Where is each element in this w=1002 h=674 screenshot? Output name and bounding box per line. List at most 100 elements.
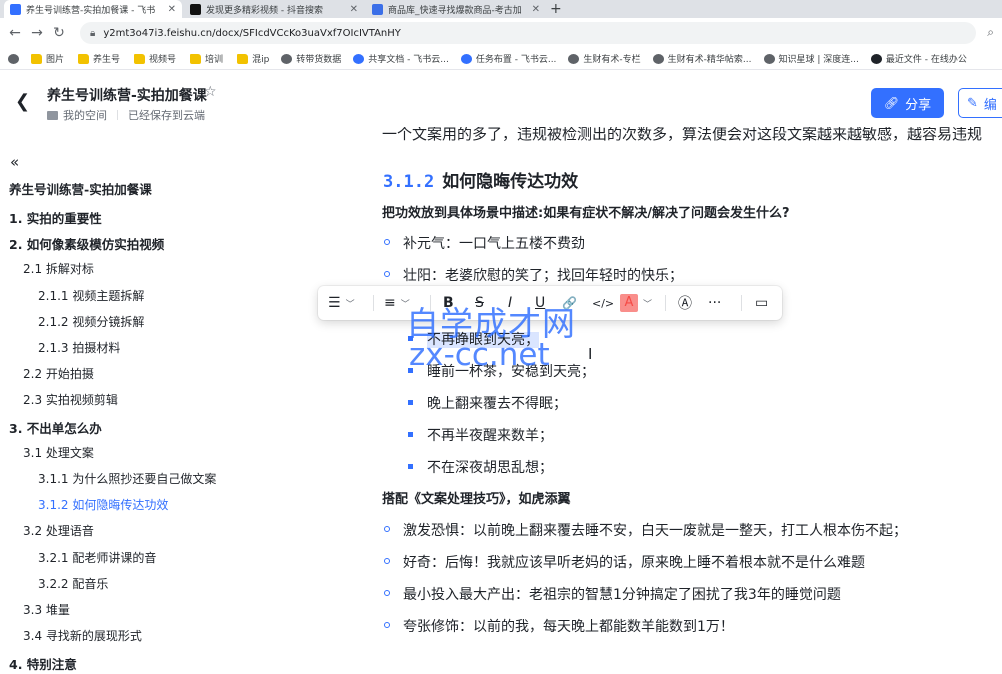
- bookmark-daihuo[interactable]: 转带货数据: [281, 52, 341, 65]
- outline-item-2-3[interactable]: 2.3 实拍视频剪辑: [23, 391, 118, 408]
- doc-header: ❮ 养生号训练营-实拍加餐课 ☆ 我的空间 已经保存到云端 🔗︎ 分享 ✎ 编: [0, 71, 1002, 127]
- share-button[interactable]: 🔗︎ 分享: [871, 88, 944, 118]
- heading-number: 3.1.2: [383, 172, 435, 192]
- chevron-down-icon: ﹀: [345, 299, 355, 310]
- bookmark-peixun[interactable]: 培训: [190, 52, 223, 65]
- more-button[interactable]: ···: [708, 293, 721, 313]
- outline-item-2-2[interactable]: 2.2 开始拍摄: [23, 365, 94, 382]
- bullet-icon: [408, 399, 413, 405]
- back-chevron-icon[interactable]: ❮: [15, 91, 30, 112]
- share-label: 分享: [905, 97, 932, 113]
- list-item: 好奇：后悔！我就应该早听老妈的话，原来晚上睡不着根本就不是什么难题: [384, 552, 865, 572]
- bullet-icon: [384, 558, 390, 564]
- bookmark-yangsheng[interactable]: 养生号: [78, 52, 120, 65]
- edit-button[interactable]: ✎ 编: [958, 88, 1002, 118]
- douyin-favicon-icon: [190, 3, 201, 15]
- chevron-down-icon: ﹀: [400, 299, 410, 310]
- list-type-button[interactable]: ☰ ﹀: [328, 293, 355, 313]
- feishu-icon: [460, 53, 472, 64]
- outline-item-3-3[interactable]: 3.3 堆量: [23, 601, 70, 618]
- collapse-outline-icon[interactable]: «: [10, 153, 19, 171]
- save-status: 已经保存到云端: [128, 109, 205, 122]
- doc-title[interactable]: 养生号训练营-实拍加餐课: [47, 85, 207, 105]
- space-link[interactable]: 我的空间: [63, 107, 107, 123]
- bookmark-task[interactable]: 任务布置 - 飞书云...: [460, 52, 556, 65]
- outline-item-3-2[interactable]: 3.2 处理语音: [23, 522, 94, 539]
- strikethrough-button[interactable]: S: [475, 293, 484, 313]
- ai-assist-icon[interactable]: Ⓐ: [678, 293, 692, 313]
- close-tab-icon[interactable]: ✕: [168, 4, 176, 15]
- outline-item-3-2-1[interactable]: 3.2.1 配老师讲课的音: [38, 549, 156, 566]
- feishu-icon: [353, 53, 365, 64]
- outline-item-3-1[interactable]: 3.1 处理文案: [23, 444, 94, 461]
- outline-item-3-2-2[interactable]: 3.2.2 配音乐: [38, 575, 108, 592]
- list-item: 不再睁眼到天亮；: [408, 329, 539, 349]
- kaogujia-favicon-icon: [372, 3, 383, 15]
- outline-item-title[interactable]: 养生号训练营-实拍加餐课: [9, 179, 152, 198]
- bullet-icon: [384, 526, 390, 532]
- italic-button[interactable]: I: [508, 293, 512, 313]
- bookmark-images[interactable]: 图片: [31, 52, 64, 65]
- code-button[interactable]: </>: [592, 293, 614, 313]
- globe-icon: [652, 53, 664, 64]
- align-button[interactable]: ≡ ﹀: [384, 293, 410, 313]
- bookmark-scys-index[interactable]: 生财有术-精华帖索...: [652, 52, 752, 65]
- browser-tab-kaogujia[interactable]: 商品库_快速寻找爆款商品-考古加 ✕: [366, 0, 546, 18]
- bookmark-shipinhao[interactable]: 视频号: [134, 52, 176, 65]
- outline-item-1[interactable]: 1. 实拍的重要性: [9, 208, 102, 227]
- font-color-button[interactable]: A ﹀: [620, 293, 652, 313]
- bookmark-hunip[interactable]: 混ip: [237, 52, 269, 65]
- lock-icon: 🔒︎: [90, 27, 96, 39]
- bookmark-scys-column[interactable]: 生财有术-专栏: [568, 52, 641, 65]
- browser-tab-feishu[interactable]: 养生号训练营-实拍加餐课 - 飞书 ✕: [4, 0, 182, 18]
- align-icon: ≡: [384, 295, 396, 311]
- bookmark-recent-files[interactable]: 最近文件 - 在线办公: [870, 52, 967, 65]
- outline-item-2[interactable]: 2. 如何像素级模仿实拍视频: [9, 234, 164, 253]
- outline-item-3-1-1[interactable]: 3.1.1 为什么照抄还要自己做文案: [38, 470, 216, 487]
- reload-icon[interactable]: ↻: [48, 25, 70, 41]
- bookmark-label: 图片: [46, 55, 65, 65]
- url-input[interactable]: 🔒︎ y2mt3o47i3.feishu.cn/docx/SFIcdVCcKo3…: [80, 22, 976, 44]
- tab-title: 养生号训练营-实拍加餐课 - 飞书: [26, 5, 156, 16]
- back-arrow-icon[interactable]: ←: [4, 25, 26, 41]
- bookmark-shared-doc[interactable]: 共享文档 - 飞书云...: [353, 52, 449, 65]
- close-tab-icon[interactable]: ✕: [350, 4, 358, 15]
- list-item: 最小投入最大产出：老祖宗的智慧1分钟搞定了困扰了我3年的睡觉问题: [384, 584, 841, 604]
- pencil-icon: ✎: [967, 95, 978, 111]
- outline-item-2-1-3[interactable]: 2.1.3 拍摄材料: [38, 339, 120, 356]
- link-button[interactable]: 🔗: [562, 293, 577, 313]
- close-tab-icon[interactable]: ✕: [532, 4, 540, 15]
- list-item: 激发恐惧：以前晚上翻来覆去睡不安，白天一废就是一整天，打工人根本伤不起；: [384, 520, 907, 540]
- bookmark-label: 培训: [205, 55, 224, 65]
- new-tab-button[interactable]: +: [550, 1, 562, 17]
- url-text: y2mt3o47i3.feishu.cn/docx/SFIcdVCcKo3uaV…: [103, 27, 401, 39]
- outline-item-2-1-2[interactable]: 2.1.2 视频分镜拆解: [38, 313, 144, 330]
- apps-icon[interactable]: [8, 53, 23, 64]
- zoom-icon[interactable]: ⌕: [987, 25, 994, 40]
- underline-button[interactable]: U: [535, 293, 545, 313]
- document-body[interactable]: 一个文案用的多了，违规被检测出的次数多，算法便会对这段文案越来越敏感，越容易违规…: [350, 127, 1002, 674]
- bullet-icon: [384, 622, 390, 628]
- comment-icon[interactable]: ▭: [755, 293, 768, 313]
- bullet-icon: [408, 463, 413, 469]
- outline-item-3-1-2[interactable]: 3.1.2 如何隐晦传达功效: [38, 496, 168, 513]
- list-item: 夸张修饰：以前的我，每天晚上都能数羊能数到1万！: [384, 616, 734, 636]
- bold-button[interactable]: B: [443, 293, 454, 313]
- chevron-down-icon: ﹀: [643, 299, 653, 310]
- outline-item-2-1-1[interactable]: 2.1.1 视频主题拆解: [38, 287, 144, 304]
- paragraph-cut: 一个文案用的多了，违规被检测出的次数多，算法便会对这段文案越来越敏感，越容易违规: [382, 127, 983, 143]
- bookmark-label: 混ip: [252, 55, 270, 65]
- bookmark-label: 视频号: [149, 55, 177, 65]
- forward-arrow-icon[interactable]: →: [26, 25, 48, 41]
- star-icon[interactable]: ☆: [204, 84, 217, 100]
- outline-item-4[interactable]: 4. 特别注意: [9, 654, 77, 673]
- list-icon: ☰: [328, 295, 341, 311]
- outline-item-3-4[interactable]: 3.4 寻找新的展现形式: [23, 627, 142, 644]
- bookmark-zsxq[interactable]: 知识星球 | 深度连...: [763, 52, 859, 65]
- edit-label: 编: [983, 97, 997, 113]
- browser-tab-douyin[interactable]: 发现更多精彩视频 - 抖音搜索 ✕: [184, 0, 364, 18]
- globe-icon: [568, 53, 580, 64]
- list-item: 补元气：一口气上五楼不费劲: [384, 233, 585, 253]
- outline-item-2-1[interactable]: 2.1 拆解对标: [23, 260, 94, 277]
- outline-item-3[interactable]: 3. 不出单怎么办: [9, 418, 102, 437]
